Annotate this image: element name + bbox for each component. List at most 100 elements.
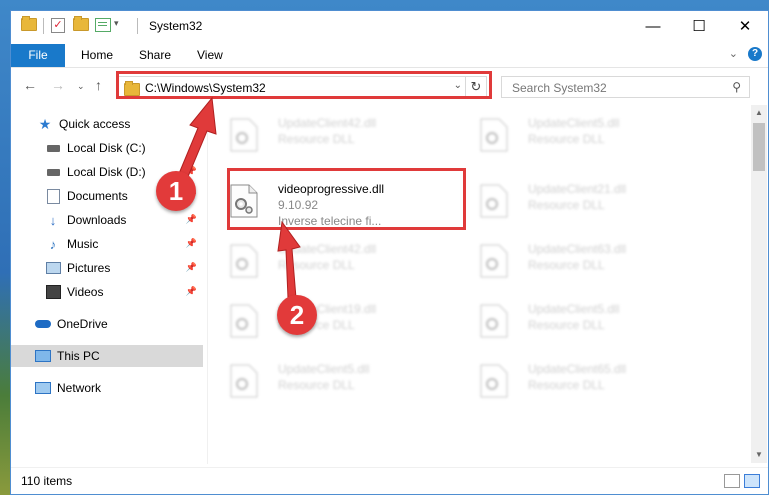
sidebar-item-label: Music — [67, 237, 99, 251]
file-name: UpdateClient5.dll — [528, 116, 620, 130]
file-tile[interactable]: UpdateClient5.dll Resource DLL — [208, 356, 448, 412]
address-path: C:\Windows\System32 — [145, 81, 266, 95]
this-pc-icon — [35, 349, 51, 363]
status-bar: 110 items — [11, 467, 768, 494]
help-icon[interactable]: ? — [748, 47, 762, 61]
file-description: Inverse telecine fi... — [278, 214, 382, 228]
file-tile[interactable]: UpdateClient65.dll Resource DLL — [458, 356, 698, 412]
window-title: System32 — [149, 19, 203, 33]
expand-ribbon-icon[interactable]: ⌄ — [729, 47, 738, 60]
file-name: UpdateClient5.dll — [528, 302, 620, 316]
refresh-icon[interactable]: ↻ — [465, 77, 486, 97]
scroll-up-icon[interactable]: ▲ — [751, 105, 767, 121]
new-folder-icon[interactable] — [73, 16, 89, 31]
sidebar-item-label: Local Disk (D:) — [67, 165, 146, 179]
music-icon: ♪ — [49, 236, 57, 252]
vertical-scrollbar[interactable]: ▲ ▼ — [751, 105, 767, 463]
file-type: Resource DLL — [528, 258, 605, 272]
step-badge-1: 1 — [156, 171, 196, 211]
file-type: Resource DLL — [278, 132, 355, 146]
properties-check-icon[interactable]: ✓ — [51, 18, 65, 33]
file-tile[interactable]: UpdateClient21.dll Resource DLL — [458, 176, 698, 232]
title-bar: ✓ ▾ System32 — ☐ ✕ — [11, 11, 768, 41]
downloads-icon: ↓ — [49, 212, 57, 228]
dll-file-icon — [480, 364, 508, 398]
quick-access-folder-icon[interactable] — [21, 16, 37, 31]
pin-icon: 📌 — [185, 214, 197, 224]
up-arrow-icon[interactable]: ↑ — [95, 77, 102, 93]
file-tile[interactable]: UpdateClient42.dll Resource DLL — [208, 110, 448, 166]
divider — [137, 18, 138, 34]
file-type: Resource DLL — [528, 132, 605, 146]
close-button[interactable]: ✕ — [722, 11, 768, 41]
file-name: UpdateClient42.dll — [278, 116, 377, 130]
dll-file-icon — [230, 118, 258, 152]
step-badge-2: 2 — [277, 295, 317, 335]
file-tile[interactable]: UpdateClient42.dll Resource DLL — [208, 236, 448, 292]
file-name: UpdateClient5.dll — [278, 362, 370, 376]
file-name: UpdateClient42.dll — [278, 242, 377, 256]
dll-file-icon — [480, 244, 508, 278]
tab-share[interactable]: Share — [139, 44, 171, 67]
sidebar-item-quick-access[interactable]: ★ Quick access — [11, 113, 203, 135]
network-icon — [35, 381, 51, 395]
dll-file-icon — [480, 118, 508, 152]
file-type: Resource DLL — [278, 258, 355, 272]
details-view-icon[interactable] — [724, 474, 740, 488]
navigation-pane: ★ Quick access Local Disk (C:) Local Dis… — [11, 104, 207, 464]
sidebar-item-onedrive[interactable]: OneDrive — [11, 313, 203, 335]
item-count: 110 items — [21, 474, 73, 488]
back-arrow-icon[interactable]: ← — [23, 77, 37, 93]
file-tile-videoprogressive[interactable]: videoprogressive.dll 9.10.92 Inverse tel… — [208, 176, 448, 232]
qat-dropdown-icon[interactable]: ▾ — [114, 18, 119, 29]
file-tile[interactable]: UpdateClient19.dll Resource DLL — [208, 296, 448, 352]
sidebar-item-label: OneDrive — [57, 317, 108, 331]
file-type: Resource DLL — [278, 378, 355, 392]
dll-file-icon — [480, 184, 508, 218]
file-tile[interactable]: UpdateClient5.dll Resource DLL — [458, 296, 698, 352]
tiles-view-icon[interactable] — [744, 474, 760, 488]
address-bar[interactable]: C:\Windows\System32 ⌄ ↻ — [118, 76, 487, 98]
address-folder-icon — [124, 81, 140, 96]
recent-dropdown-icon[interactable]: ⌄ — [77, 81, 85, 92]
file-type: Resource DLL — [528, 198, 605, 212]
maximize-button[interactable]: ☐ — [676, 11, 722, 41]
sidebar-item-videos[interactable]: Videos 📌 — [11, 281, 203, 303]
file-tab[interactable]: File — [11, 44, 65, 67]
explorer-window: ✓ ▾ System32 — ☐ ✕ File Home Share View … — [10, 10, 769, 495]
search-input[interactable]: Search System32 ⚲ — [501, 76, 750, 98]
search-icon: ⚲ — [732, 80, 741, 94]
dll-file-icon — [230, 304, 258, 338]
dll-file-icon — [230, 364, 258, 398]
divider — [43, 18, 44, 34]
sidebar-item-network[interactable]: Network — [11, 377, 203, 399]
sidebar-item-label: This PC — [57, 349, 100, 363]
navigation-bar: ← → ⌄ ↑ C:\Windows\System32 ⌄ ↻ Search S… — [11, 68, 768, 104]
sidebar-item-pictures[interactable]: Pictures 📌 — [11, 257, 203, 279]
scroll-thumb[interactable] — [753, 123, 765, 171]
tab-view[interactable]: View — [197, 44, 223, 67]
file-name: videoprogressive.dll — [278, 182, 385, 196]
scroll-down-icon[interactable]: ▼ — [751, 447, 767, 463]
file-list: UpdateClient42.dll Resource DLL videopro… — [208, 104, 743, 464]
file-tile[interactable]: UpdateClient63.dll Resource DLL — [458, 236, 698, 292]
forward-arrow-icon[interactable]: → — [51, 77, 65, 93]
sidebar-item-downloads[interactable]: ↓ Downloads 📌 — [11, 209, 203, 231]
file-version: 9.10.92 — [278, 198, 319, 212]
sidebar-item-music[interactable]: ♪ Music 📌 — [11, 233, 203, 255]
pin-icon: 📌 — [185, 238, 197, 248]
sidebar-item-label: Pictures — [67, 261, 111, 275]
sidebar-item-label: Local Disk (C:) — [67, 141, 146, 155]
address-dropdown-icon[interactable]: ⌄ — [454, 80, 462, 91]
minimize-button[interactable]: — — [630, 11, 676, 41]
sidebar-item-label: Downloads — [67, 213, 127, 227]
sidebar-item-local-disk-c[interactable]: Local Disk (C:) — [11, 137, 203, 159]
tab-home[interactable]: Home — [81, 44, 113, 67]
file-tile[interactable]: UpdateClient5.dll Resource DLL — [458, 110, 698, 166]
file-type: Resource DLL — [528, 378, 605, 392]
dll-file-icon — [230, 184, 258, 218]
file-type: Resource DLL — [528, 318, 605, 332]
sidebar-item-this-pc[interactable]: This PC — [11, 345, 203, 367]
properties-icon[interactable] — [95, 18, 111, 32]
sidebar-item-label: Quick access — [59, 117, 131, 131]
